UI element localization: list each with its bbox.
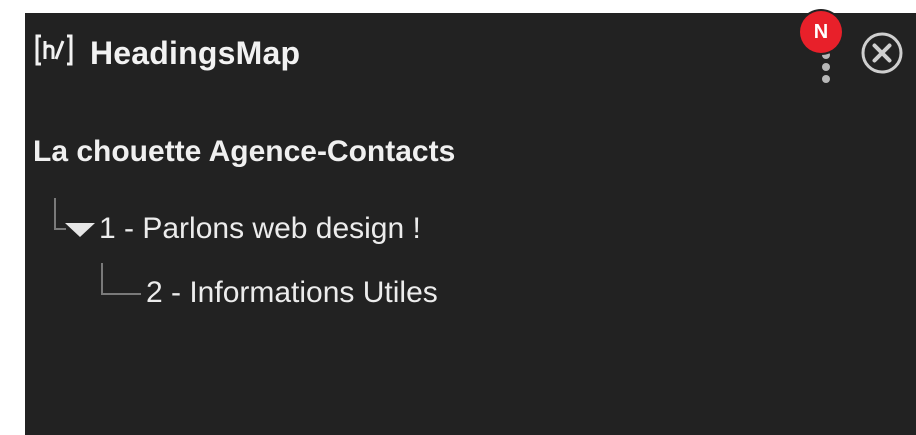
panel-header: HeadingsMap N bbox=[25, 11, 916, 93]
close-circle-icon[interactable] bbox=[860, 31, 904, 75]
h-slash-logo-icon bbox=[34, 33, 74, 67]
expand-triangle-icon[interactable] bbox=[65, 222, 95, 238]
tree-connector bbox=[101, 263, 141, 295]
menu-dot bbox=[822, 75, 830, 83]
app-title: HeadingsMap bbox=[90, 35, 301, 71]
heading-item-level-2[interactable]: 2 - Informations Utiles bbox=[146, 276, 438, 310]
notification-badge[interactable]: N bbox=[800, 11, 842, 53]
heading-item-level-1[interactable]: 1 - Parlons web design ! bbox=[99, 212, 421, 246]
page-title: La chouette Agence-Contacts bbox=[33, 135, 456, 168]
menu-dot bbox=[822, 63, 830, 71]
headingsmap-panel: HeadingsMap N La chouette Agence-Contact… bbox=[25, 11, 916, 435]
